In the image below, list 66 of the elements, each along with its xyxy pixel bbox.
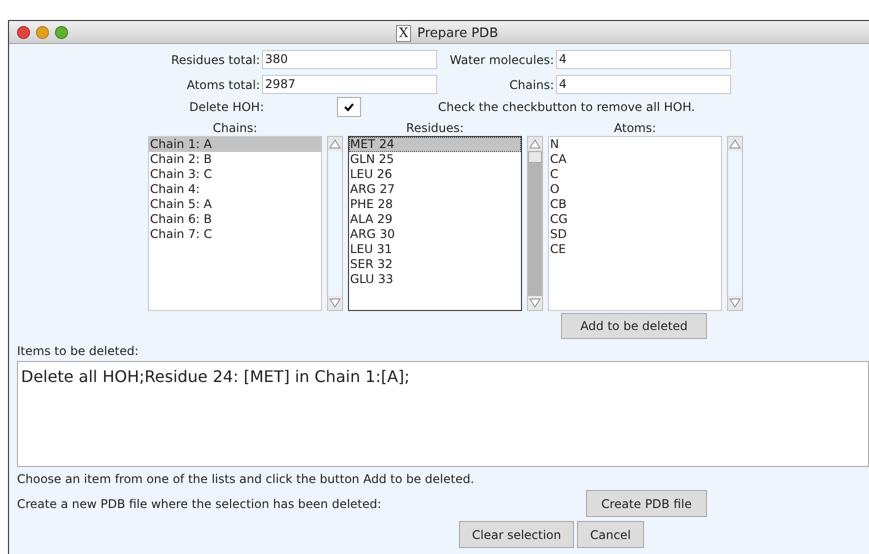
input-field[interactable]: 2987 (262, 75, 437, 94)
instruction-text: Choose an item from one of the lists and click the button Add to be deleted. (17, 471, 476, 487)
list-item[interactable]: ARG 30 (349, 227, 521, 242)
scrollbar[interactable] (727, 136, 743, 311)
input-field[interactable]: 4 (556, 50, 731, 69)
input-field[interactable]: 380 (262, 50, 437, 69)
list-item[interactable]: LEU 31 (349, 242, 521, 257)
list-item[interactable]: Chain 3: C (149, 167, 321, 182)
scroll-up-icon[interactable] (528, 137, 542, 151)
list-item[interactable]: Chain 2: B (149, 152, 321, 167)
scroll-down-icon[interactable] (528, 296, 542, 310)
minimize-icon[interactable] (36, 26, 49, 38)
checkbox[interactable] (337, 97, 361, 117)
list-item[interactable]: Chain 7: C (149, 227, 321, 242)
list-item[interactable]: SD (549, 227, 721, 242)
list-item[interactable]: Chain 5: A (149, 197, 321, 212)
list-item[interactable]: CG (549, 212, 721, 227)
checkbox-hint: Check the checkbutton to remove all HOH. (438, 99, 695, 116)
scroll-down-icon[interactable] (328, 296, 342, 310)
list-item[interactable]: ARG 27 (349, 182, 521, 197)
scroll-down-icon[interactable] (728, 296, 742, 310)
list-item[interactable]: ALA 29 (349, 212, 521, 227)
scroll-up-icon[interactable] (328, 137, 342, 151)
list-item[interactable]: GLU 33 (349, 272, 521, 287)
list-item[interactable]: O (549, 182, 721, 197)
close-icon[interactable] (17, 26, 30, 38)
list-title: Chains: (212, 120, 258, 136)
window-title: Prepare PDB (417, 25, 498, 43)
list-item[interactable]: N (549, 137, 721, 152)
text-area[interactable]: Delete all HOH;Residue 24: [MET] in Chain 1:[A]; (17, 361, 869, 467)
scroll-thumb[interactable] (528, 151, 542, 163)
list-box[interactable]: Chain 1: A Chain 2: B Chain 3: C Chain 4: Chain 5: A Chain 6: B Chain 7: C (148, 136, 322, 311)
dialog-button[interactable]: Cancel (577, 521, 644, 548)
list-item[interactable]: Chain 6: B (149, 212, 321, 227)
create-button[interactable]: Create PDB file (586, 490, 707, 517)
list-item[interactable]: CE (549, 242, 721, 257)
maximize-icon[interactable] (55, 26, 68, 38)
app-icon: X (396, 25, 412, 42)
checkbox-label: Delete HOH: (188, 99, 264, 116)
list-item[interactable]: SER 32 (349, 257, 521, 272)
scrollbar[interactable] (527, 136, 543, 311)
list-item[interactable]: MET 24 (349, 137, 521, 152)
check-icon (344, 102, 354, 112)
field-label: Water molecules: (448, 52, 555, 68)
list-item[interactable]: C (549, 167, 721, 182)
add-button[interactable]: Add to be deleted (561, 313, 707, 339)
input-field[interactable]: 4 (556, 75, 731, 94)
field-label: Residues total: (170, 52, 261, 68)
list-item[interactable]: LEU 26 (349, 167, 521, 182)
list-box[interactable]: MET 24 GLN 25 LEU 26 ARG 27 PHE 28 ALA 29 ARG 30 LEU 31 SER 32 GLU 33 (348, 136, 522, 311)
list-item[interactable]: CA (549, 152, 721, 167)
create-label: Create a new PDB file where the selection has been deleted: (17, 496, 382, 512)
list-box[interactable]: N CA C O CB CG SD CE (548, 136, 722, 311)
scroll-up-icon[interactable] (728, 137, 742, 151)
field-label: Chains: (508, 76, 555, 94)
list-item[interactable]: Chain 1: A (149, 137, 321, 152)
field-label: Atoms total: (186, 76, 261, 94)
list-title: Residues: (406, 120, 464, 136)
list-item[interactable]: Chain 4: (149, 182, 321, 197)
section-label: Items to be deleted: (17, 343, 140, 359)
list-item[interactable]: CB (549, 197, 721, 212)
dialog-button[interactable]: Clear selection (459, 521, 574, 548)
list-item[interactable]: GLN 25 (349, 152, 521, 167)
list-title: Atoms: (614, 120, 656, 136)
scrollbar[interactable] (327, 136, 343, 311)
list-item[interactable]: PHE 28 (349, 197, 521, 212)
